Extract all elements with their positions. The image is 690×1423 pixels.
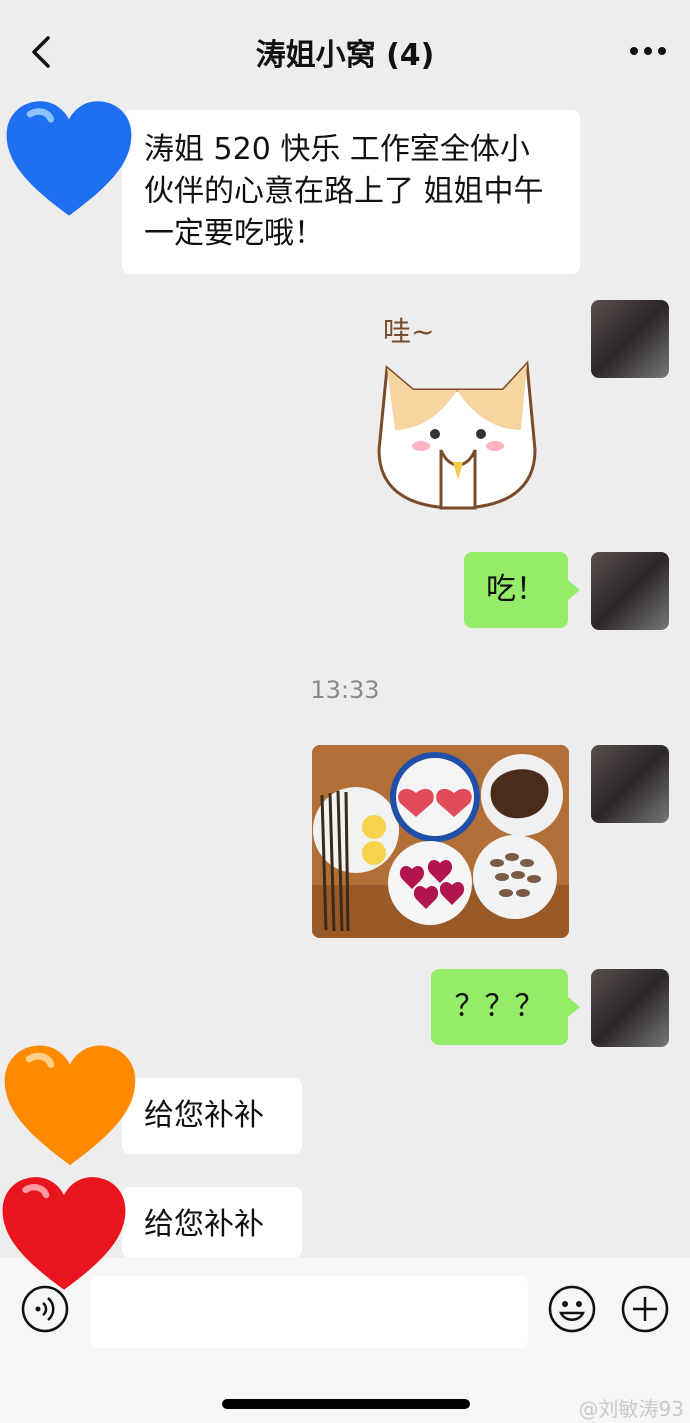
cat-sticker-icon	[377, 360, 537, 510]
avatar[interactable]	[591, 552, 669, 630]
message-text: 给您补补	[144, 1207, 264, 1242]
home-indicator[interactable]	[222, 1399, 470, 1409]
avatar[interactable]	[591, 300, 669, 378]
message-text: 给您补补	[144, 1098, 264, 1133]
more-dots-icon[interactable]	[628, 36, 668, 66]
chat-header: 涛姐小窝 (4)	[0, 0, 690, 100]
message-bubble-incoming[interactable]: 给您补补	[122, 1187, 302, 1258]
red-heart-icon	[2, 1177, 126, 1290]
emoji-icon[interactable]	[547, 1284, 597, 1334]
bubble-tail	[568, 997, 580, 1017]
blue-heart-icon	[6, 101, 132, 216]
message-bubble-incoming[interactable]: 给您补补	[122, 1078, 302, 1154]
message-input[interactable]	[90, 1276, 528, 1348]
avatar[interactable]	[591, 969, 669, 1047]
timestamp: 13:33	[310, 676, 380, 704]
message-bubble-outgoing[interactable]: 吃！	[464, 552, 568, 628]
orange-heart-icon	[4, 1045, 136, 1166]
message-text: 涛姐 520 快乐 工作室全体小伙伴的心意在路上了 姐姐中午一定要吃哦！	[144, 132, 544, 251]
message-bubble-incoming[interactable]: 涛姐 520 快乐 工作室全体小伙伴的心意在路上了 姐姐中午一定要吃哦！	[122, 110, 580, 274]
sticker-message[interactable]: 哇~	[375, 310, 540, 510]
message-bubble-outgoing[interactable]: ？？？	[431, 969, 568, 1045]
message-text: 吃！	[486, 572, 546, 607]
avatar[interactable]	[591, 745, 669, 823]
watermark: @刘敏涛93	[578, 1397, 684, 1421]
food-photo[interactable]	[312, 745, 569, 938]
chat-title: 涛姐小窝 (4)	[255, 38, 435, 73]
message-text: ？？？	[454, 989, 545, 1024]
food-photo-icon	[312, 745, 569, 938]
bubble-tail	[568, 580, 580, 600]
plus-icon[interactable]	[620, 1284, 670, 1334]
sticker-caption: 哇~	[383, 315, 435, 348]
